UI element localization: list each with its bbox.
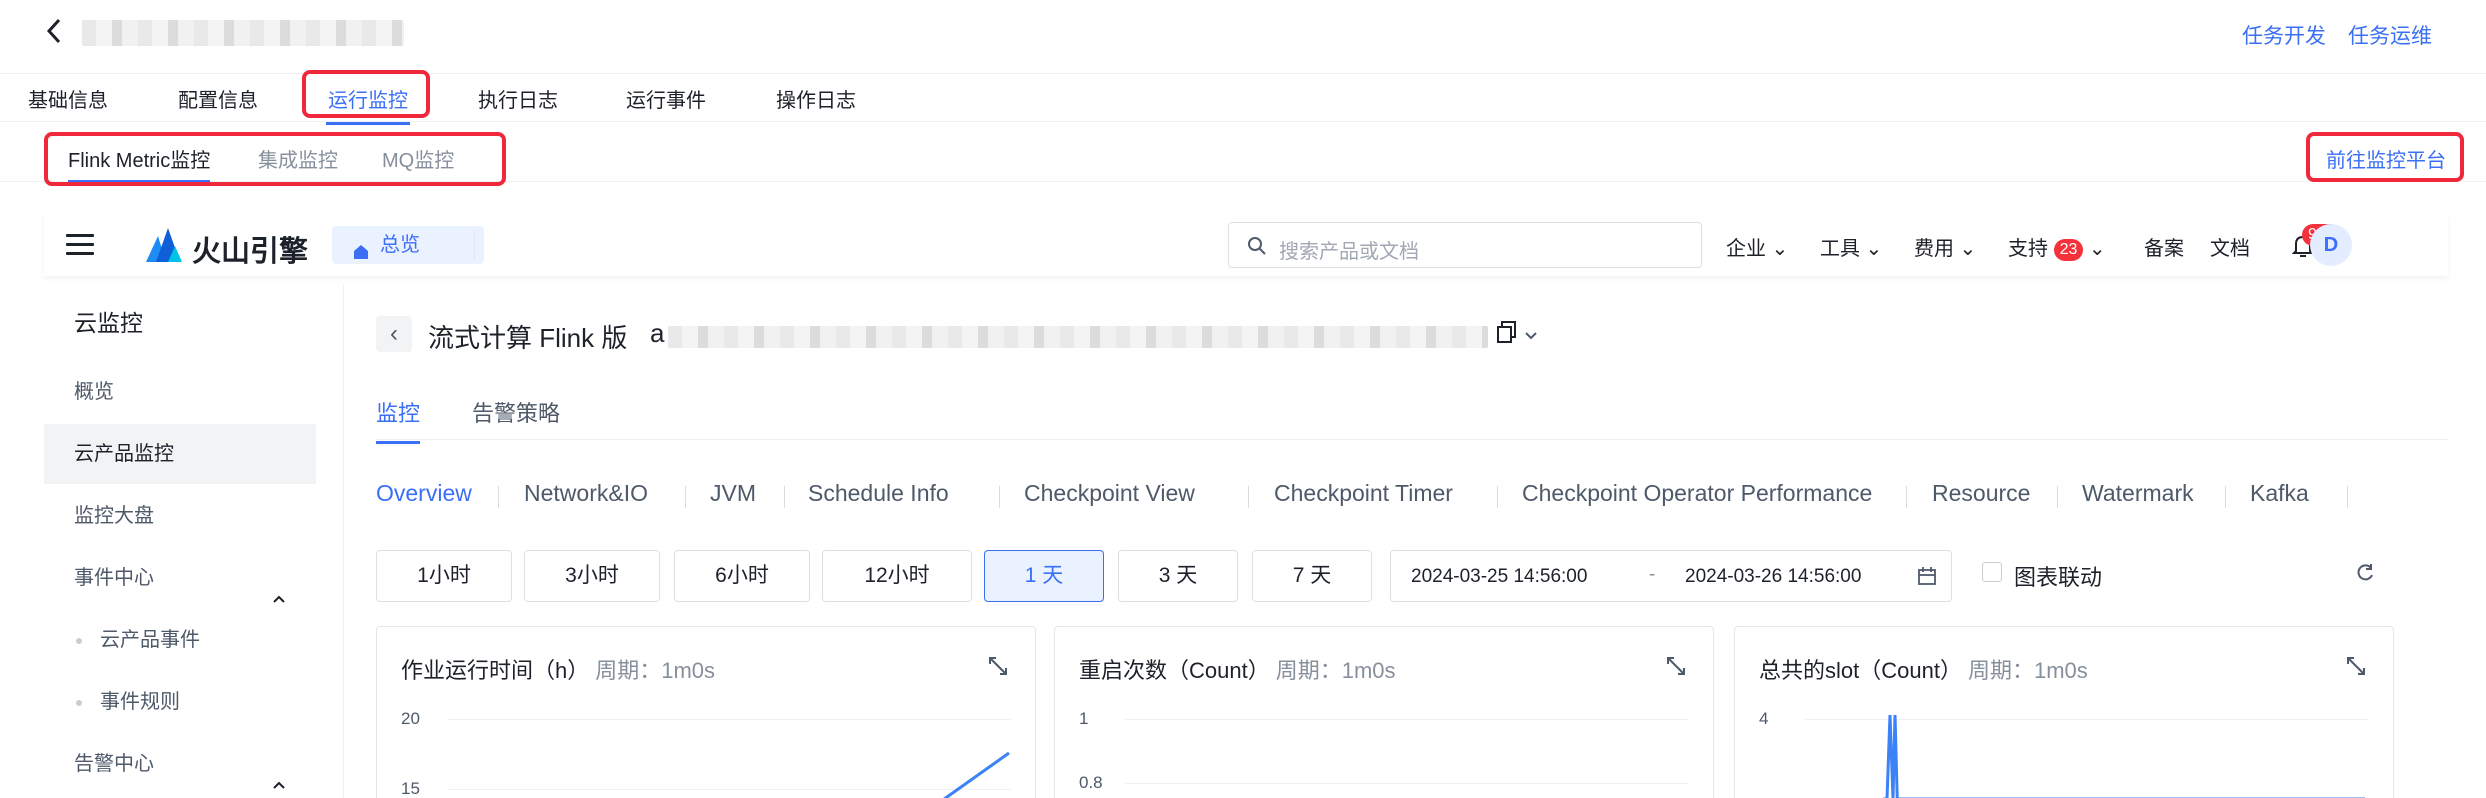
sidebar-item-overview[interactable]: 概览 [44,362,316,422]
gridline [1125,719,1689,720]
sidebar: 云监控 概览 云产品监控 监控大盘 事件中心 云产品事件 事件规则 告警中心 [44,284,344,798]
search-icon [1247,236,1267,256]
instance-name-prefix: a [650,318,665,348]
volcengine-logo-icon [144,226,184,264]
nav-beian[interactable]: 备案 [2144,232,2184,261]
metric-tabs: Overview Network&IO JVM Schedule Info Ch… [376,480,2448,516]
highlight-sub-tabs [44,132,506,186]
tab-exec-log[interactable]: 执行日志 [478,84,558,113]
slots-series-line [1883,714,2365,798]
time-12h-button[interactable]: 12小时 [822,550,972,602]
search-placeholder: 搜索产品或文档 [1279,241,1419,263]
time-7d-button[interactable]: 7 天 [1252,550,1372,602]
metric-tab-jvm[interactable]: JVM [710,480,756,507]
y-tick-label: 1 [1079,709,1089,728]
overview-button[interactable]: 总览 [332,226,484,264]
metric-tab-network-io[interactable]: Network&IO [524,480,648,507]
metric-tab-checkpoint-view[interactable]: Checkpoint View [1024,480,1195,507]
main-content: ‹ 流式计算 Flink 版 a 监控 告警策略 Overview Networ… [344,284,2448,798]
chart-link-checkbox[interactable] [1982,562,2002,582]
nav-enterprise[interactable]: 企业 ⌄ [1726,232,1788,261]
sidebar-item-event-center[interactable]: 事件中心 [44,548,316,608]
time-3d-button[interactable]: 3 天 [1118,550,1238,602]
top-bar: 任务开发 任务运维 [0,0,2486,74]
nav-tools[interactable]: 工具 ⌄ [1820,232,1882,261]
chart-link-label: 图表联动 [2014,565,2103,590]
instance-name-redacted [668,326,1488,348]
chart-title: 重启次数（Count） 周期：1m0s [1079,658,1396,683]
sidebar-item-event-rules[interactable]: 事件规则 [44,672,316,732]
nav-billing[interactable]: 费用 ⌄ [1914,232,1976,261]
metric-tab-schedule-info[interactable]: Schedule Info [808,480,949,507]
sidebar-item-alert-center[interactable]: 告警中心 [44,734,316,794]
bullet-icon [76,700,82,706]
sidebar-item-cloud-product-monitor[interactable]: 云产品监控 [44,424,316,484]
time-1h-button[interactable]: 1小时 [376,550,512,602]
overview-label: 总览 [380,234,420,256]
sidebar-item-dashboard[interactable]: 监控大盘 [44,486,316,546]
runtime-series-line [943,751,1010,798]
page-title: 流式计算 Flink 版 [428,323,628,353]
date-end[interactable]: 2024-03-26 14:56:00 [1685,566,1861,588]
time-1d-button[interactable]: 1 天 [984,550,1104,602]
tab-config-info[interactable]: 配置信息 [178,84,258,113]
tab-alert-policy[interactable]: 告警策略 [472,396,560,428]
tab-basic-info[interactable]: 基础信息 [28,84,108,113]
tab-run-events[interactable]: 运行事件 [626,84,706,113]
chart-card-restarts: 重启次数（Count） 周期：1m0s 1 0.8 [1054,626,1714,798]
highlight-goto-platform [2306,132,2464,182]
expand-icon[interactable] [1665,655,1687,677]
task-dev-link[interactable]: 任务开发 [2242,20,2326,50]
date-separator: - [1649,564,1656,585]
date-start[interactable]: 2024-03-25 14:56:00 [1411,566,1587,588]
tab-monitor[interactable]: 监控 [376,396,421,444]
calendar-icon [1917,566,1937,586]
refresh-icon[interactable] [2354,562,2376,584]
divider [474,230,475,260]
sidebar-title: 云监控 [74,310,143,336]
home-icon [352,236,370,259]
search-input[interactable]: 搜索产品或文档 [1228,222,1702,268]
copy-icon[interactable] [1496,320,1518,344]
bullet-icon [76,638,82,644]
highlight-run-monitor [302,70,430,118]
chevron-up-icon [272,756,286,798]
nav-support[interactable]: 支持 23 ⌄ [2008,232,2106,261]
sidebar-item-product-events[interactable]: 云产品事件 [44,610,316,670]
job-name-redacted [82,20,404,46]
metric-tab-checkpoint-operator-performance[interactable]: Checkpoint Operator Performance [1522,480,1872,507]
date-range-picker[interactable]: 2024-03-25 14:56:00 - 2024-03-26 14:56:0… [1390,550,1952,602]
console-header: 火山引擎 总览 搜索产品或文档 企业 ⌄ 工具 ⌄ 费用 ⌄ 支持 23 ⌄ 备… [44,214,2448,276]
y-tick-label: 0.8 [1079,773,1103,792]
time-3h-button[interactable]: 3小时 [524,550,660,602]
task-ops-link[interactable]: 任务运维 [2348,20,2432,50]
metric-tab-watermark[interactable]: Watermark [2082,480,2194,507]
chevron-down-icon[interactable] [1524,328,1538,340]
gridline [1125,783,1689,784]
back-icon[interactable] [44,14,72,54]
menu-icon[interactable] [66,234,94,256]
metric-tab-checkpoint-timer[interactable]: Checkpoint Timer [1274,480,1453,507]
time-6h-button[interactable]: 6小时 [674,550,810,602]
back-button[interactable]: ‹ [376,316,412,352]
metric-tab-resource[interactable]: Resource [1932,480,2030,507]
nav-docs[interactable]: 文档 [2210,232,2250,261]
support-badge: 23 [2053,239,2084,261]
avatar[interactable]: D [2310,224,2352,266]
chart-card-total-slots: 总共的slot（Count）周期：1m0s 4 3 [1734,626,2394,798]
tab-op-log[interactable]: 操作日志 [776,84,856,113]
metric-tab-overview[interactable]: Overview [376,480,472,507]
tabs-divider [376,439,2448,440]
metric-tab-kafka[interactable]: Kafka [2250,480,2309,507]
logo-text: 火山引擎 [192,236,309,268]
chart-card-runtime: 作业运行时间（h） 周期：1m0s 20 15 [376,626,1036,798]
